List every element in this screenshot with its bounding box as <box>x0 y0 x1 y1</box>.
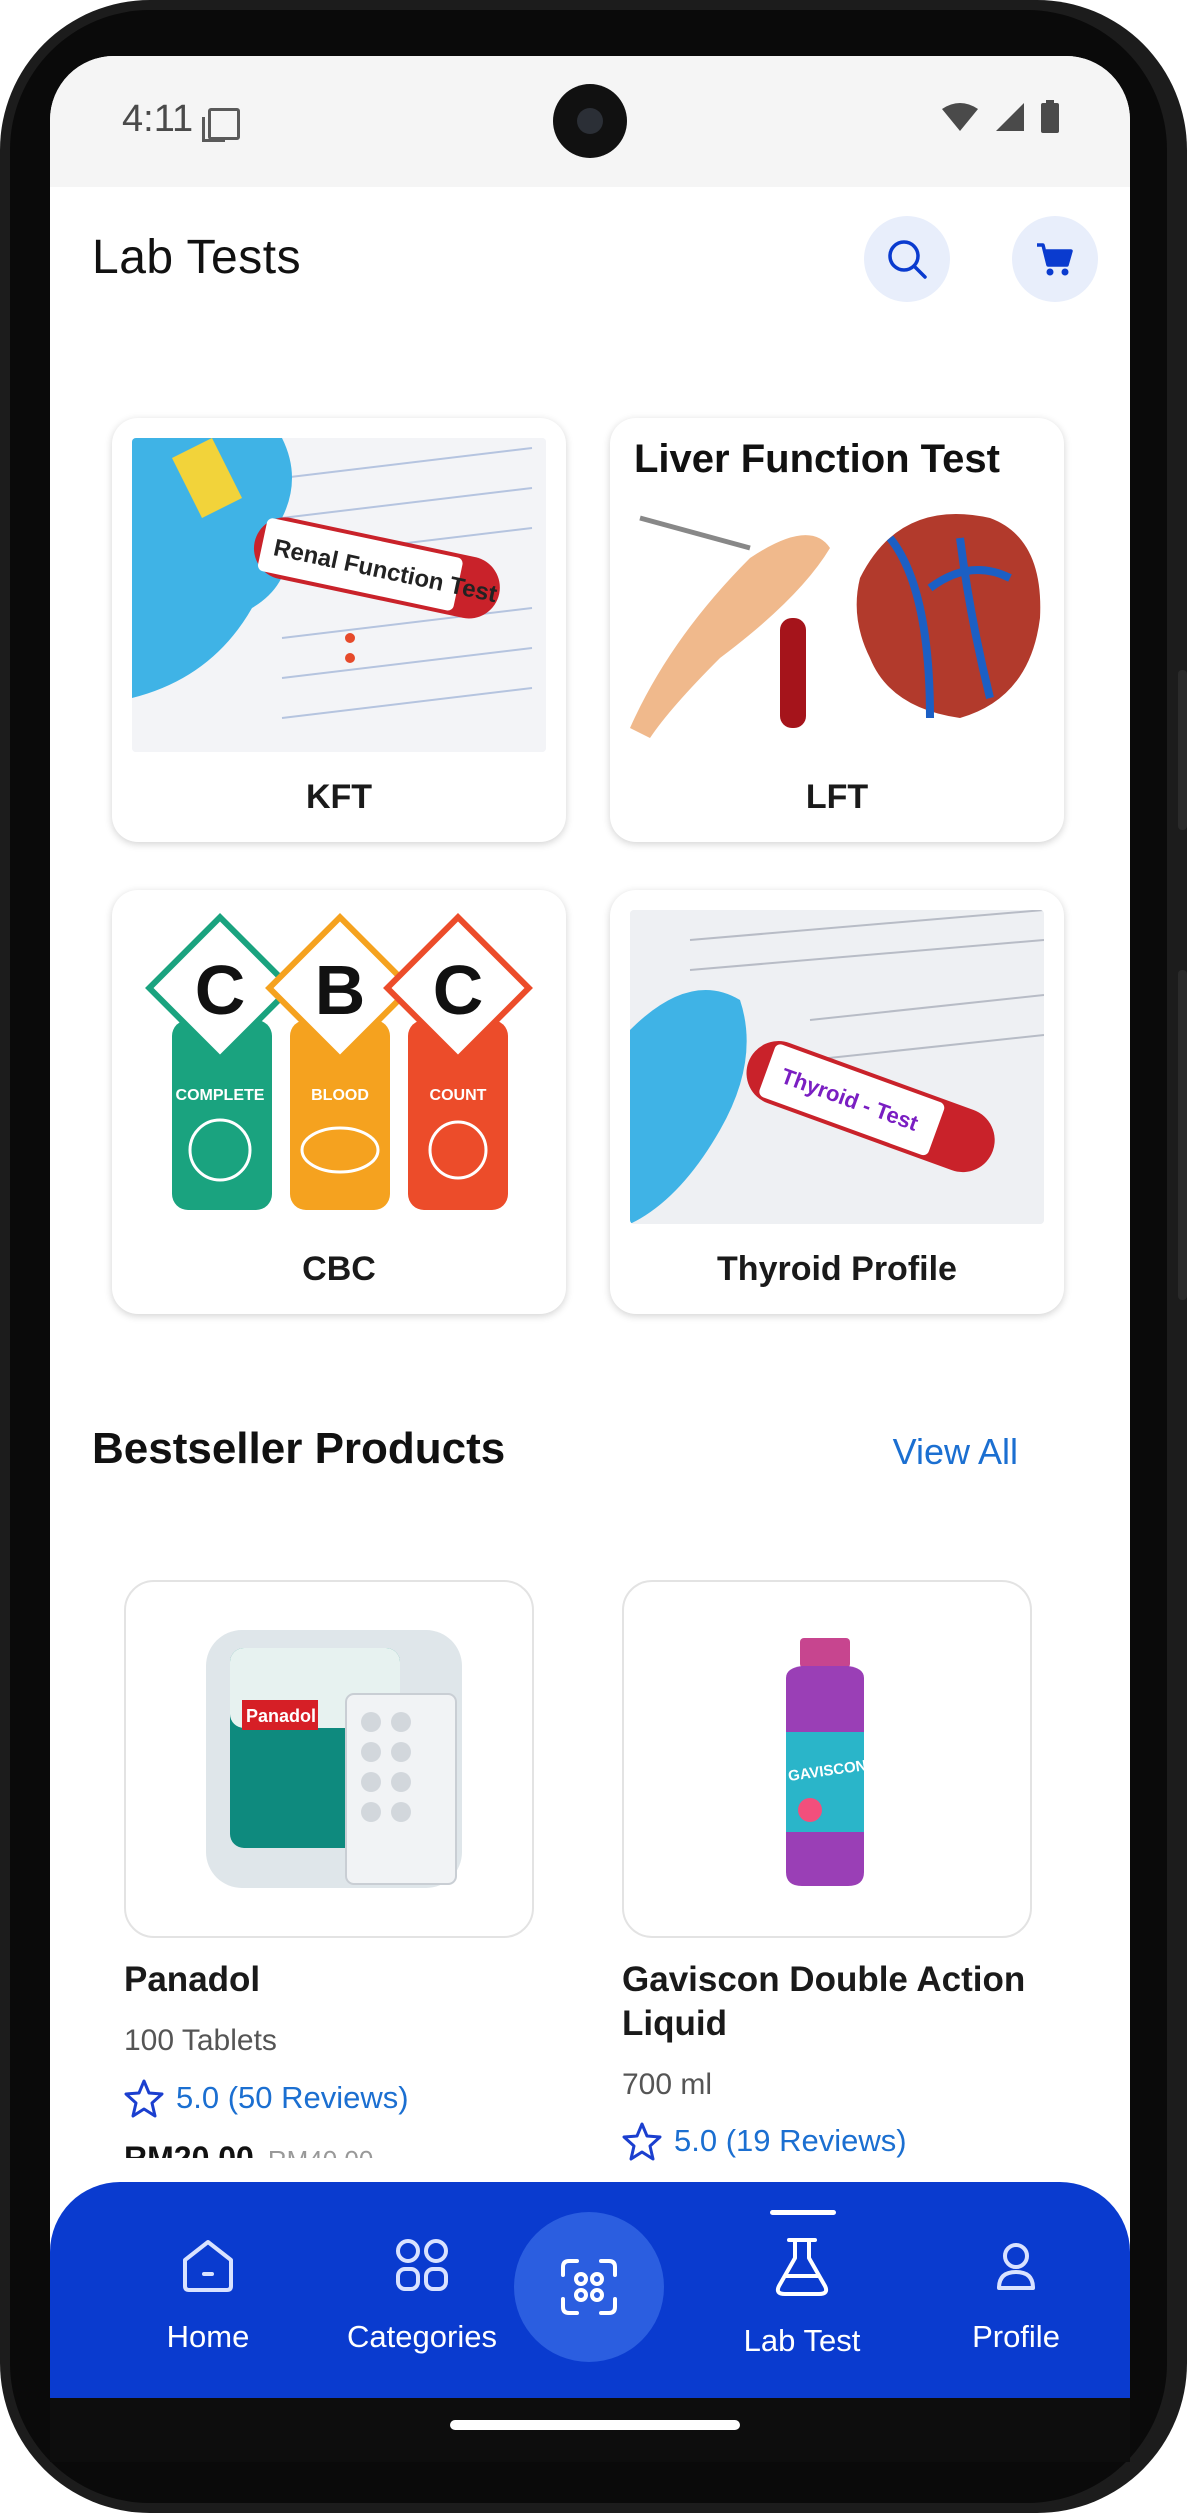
bottom-nav: Home Categories Lab Test Profile <box>50 2182 1130 2398</box>
thyroid-image: Thyroid - Test <box>630 910 1044 1224</box>
test-label: LFT <box>805 778 869 816</box>
flask-icon <box>775 2238 829 2296</box>
price-old: RM40.00 <box>268 2145 374 2158</box>
product-name[interactable]: Gaviscon Double Action Liquid <box>622 1958 1052 2046</box>
nav-label: Home <box>166 2319 250 2354</box>
nav-profile[interactable]: Profile <box>916 2234 1116 2355</box>
test-label: Thyroid Profile <box>717 1250 957 1288</box>
lft-image-text: Liver Function Test <box>634 438 1000 481</box>
front-camera <box>553 84 627 158</box>
wifi-icon <box>942 103 978 131</box>
nav-lab-test[interactable]: Lab Test <box>702 2234 902 2359</box>
nav-label: Lab Test <box>743 2323 861 2358</box>
cbc-word-count: COUNT <box>430 1087 487 1104</box>
star-icon <box>622 2122 662 2161</box>
nav-scan-button[interactable] <box>514 2212 664 2362</box>
volume-button <box>1178 670 1187 830</box>
cbc-letter-c: C <box>195 951 246 1029</box>
home-icon <box>183 2240 233 2292</box>
status-bar: 4:11 <box>50 56 1130 187</box>
status-time: 4:11 <box>122 98 194 140</box>
screen: 4:11 Lab Tests Renal Function Test KFT L… <box>50 56 1130 2398</box>
grid-icon <box>396 2239 448 2291</box>
rating-text: 5.0 (19 Reviews) <box>674 2123 907 2158</box>
product-price: RM20.00 RM40.00 <box>124 2140 373 2158</box>
rating-text: 5.0 (50 Reviews) <box>176 2080 409 2115</box>
search-icon <box>888 240 927 279</box>
product-card-image[interactable]: GAVISCON <box>622 1580 1032 1938</box>
signal-icon <box>996 103 1024 131</box>
product-subtitle: 100 Tablets <box>124 2024 277 2057</box>
product-card-image[interactable]: Panadol <box>124 1580 534 1938</box>
panadol-brand-text: Panadol <box>246 1706 316 1726</box>
star-icon <box>124 2079 164 2118</box>
product-rating: 5.0 (19 Reviews) <box>622 2120 907 2162</box>
system-nav-area <box>50 2398 1130 2462</box>
product-image: GAVISCON <box>786 1638 868 1886</box>
kft-image: Renal Function Test <box>132 438 546 752</box>
search-button[interactable] <box>864 216 950 302</box>
test-card-kft[interactable]: Renal Function Test KFT <box>112 418 566 842</box>
cbc-image: C B C COMPLETE BLOOD COUNT <box>132 910 546 1224</box>
nav-label: Profile <box>972 2319 1060 2354</box>
status-icons <box>940 100 1060 134</box>
test-card-thyroid[interactable]: Thyroid - Test Thyroid Profile <box>610 890 1064 1314</box>
nav-home[interactable]: Home <box>108 2234 308 2355</box>
lft-image: Liver Function Test <box>630 438 1044 752</box>
product-subtitle: 700 ml <box>622 2068 713 2101</box>
nav-categories[interactable]: Categories <box>322 2234 522 2355</box>
nav-label: Categories <box>347 2319 497 2354</box>
price-current: RM20.00 <box>124 2140 254 2158</box>
page-title: Lab Tests <box>92 231 302 284</box>
cbc-letter-c2: C <box>433 951 484 1029</box>
test-card-cbc[interactable]: C B C COMPLETE BLOOD COUNT CBC <box>112 890 566 1314</box>
notification-icon <box>202 108 240 142</box>
test-label: CBC <box>302 1250 376 1288</box>
cbc-letter-b: B <box>315 951 366 1029</box>
user-icon <box>997 2243 1035 2290</box>
test-card-lft[interactable]: Liver Function Test LFT <box>610 418 1064 842</box>
cart-icon <box>1037 243 1073 276</box>
product-name[interactable]: Panadol <box>124 1958 544 2002</box>
cbc-word-complete: COMPLETE <box>176 1087 265 1104</box>
product-image: Panadol <box>206 1630 462 1888</box>
cart-button[interactable] <box>1012 216 1098 302</box>
cbc-word-blood: BLOOD <box>311 1087 369 1104</box>
test-label: KFT <box>305 778 373 816</box>
section-title: Bestseller Products <box>92 1424 506 1473</box>
scan-icon <box>561 2259 617 2315</box>
battery-icon <box>1041 100 1059 133</box>
power-button <box>1178 970 1187 1300</box>
active-tab-indicator <box>770 2210 836 2215</box>
home-indicator[interactable] <box>450 2420 740 2430</box>
product-rating: 5.0 (50 Reviews) <box>124 2078 409 2118</box>
view-all-link[interactable]: View All <box>893 1431 1018 1473</box>
